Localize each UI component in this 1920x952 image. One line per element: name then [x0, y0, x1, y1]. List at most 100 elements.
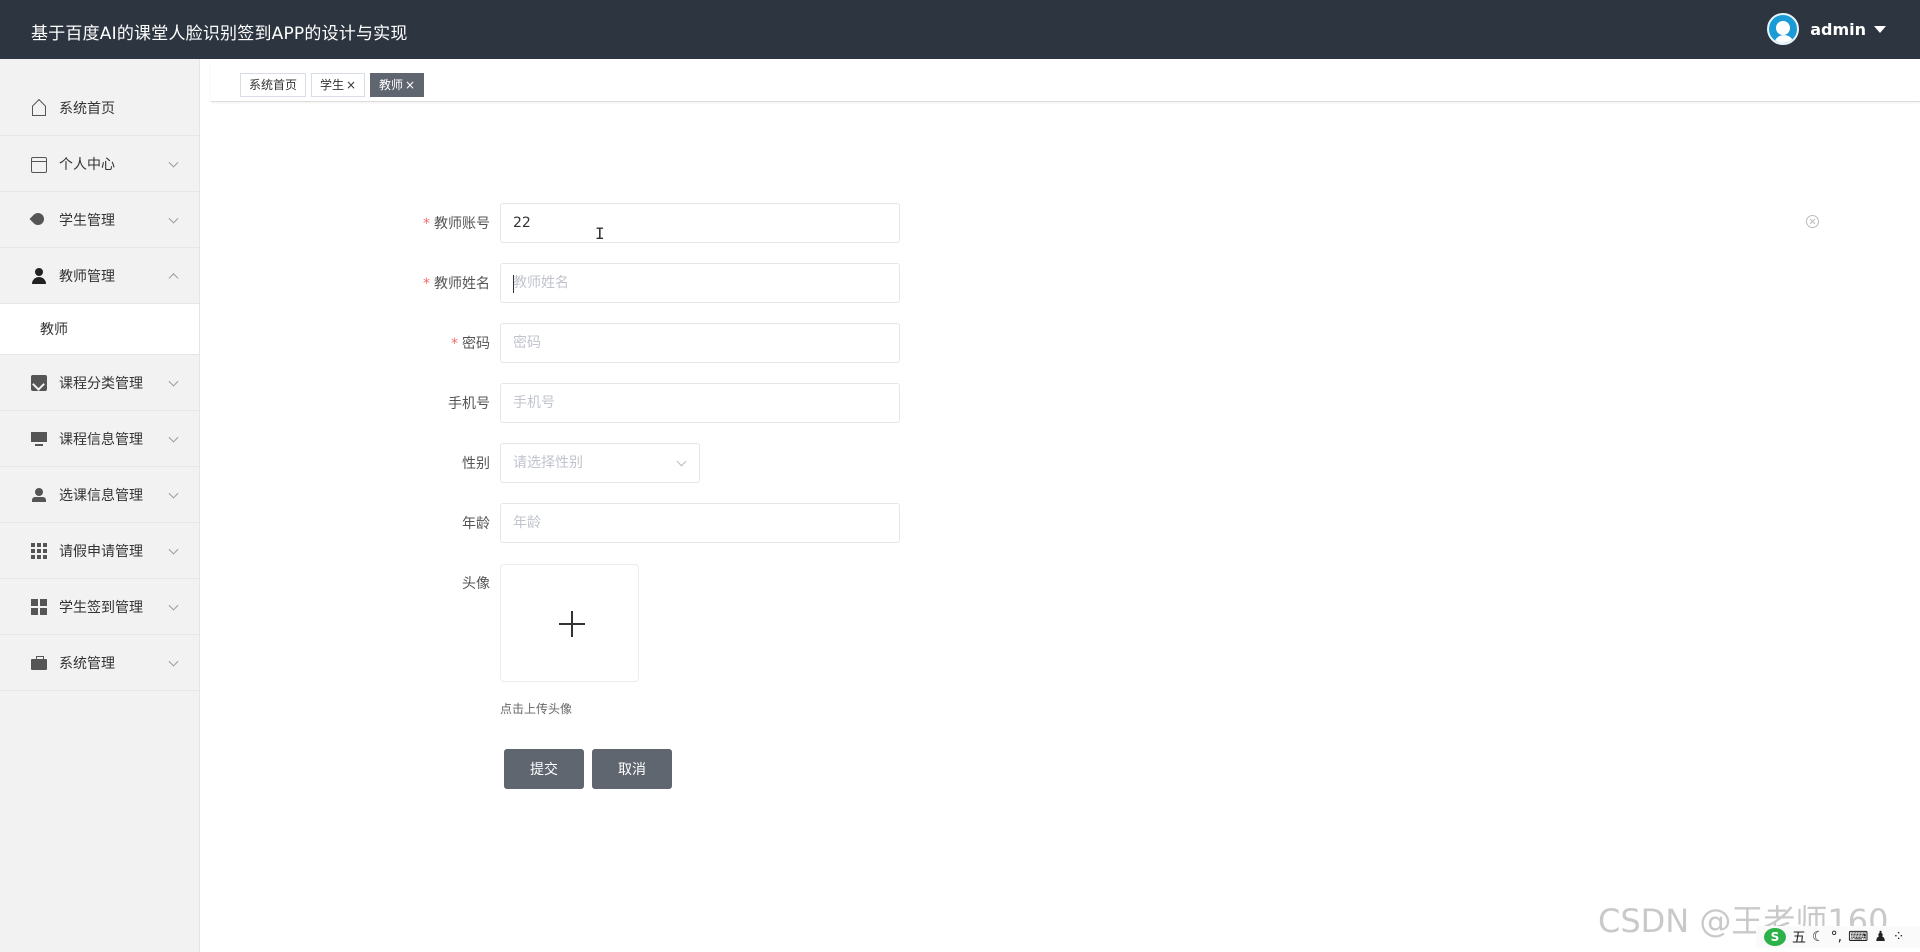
tab-label: 教师	[379, 78, 404, 92]
sidebar-item-label: 教师管理	[59, 268, 115, 285]
account-input[interactable]: 22 I	[500, 203, 900, 243]
keyboard-icon[interactable]: ⌨	[1848, 929, 1868, 945]
apps-icon[interactable]: ⁘	[1893, 929, 1905, 945]
name-input[interactable]: 教师姓名	[500, 263, 900, 303]
avatar[interactable]	[1767, 13, 1800, 45]
avatar-label: 头像	[370, 573, 490, 593]
chevron-down-icon	[168, 600, 179, 611]
sidebar-item-label: 个人中心	[59, 156, 115, 173]
sidebar-item-label: 系统首页	[59, 100, 115, 117]
sidebar-item-label: 课程信息管理	[59, 431, 143, 448]
tab-label: 系统首页	[249, 78, 298, 92]
password-label: * 密码	[370, 333, 490, 353]
sogou-logo-icon: S	[1764, 928, 1786, 946]
password-input[interactable]: 密码	[500, 323, 900, 363]
text-cursor-icon: I	[595, 224, 605, 243]
name-label: * 教师姓名	[370, 273, 490, 293]
sidebar-subitem-label: 教师	[40, 322, 68, 338]
apps-icon	[31, 598, 47, 615]
app-title: 基于百度AI的课堂人脸识别签到APP的设计与实现	[31, 24, 408, 44]
close-icon[interactable]: ×	[346, 78, 356, 92]
leaf-icon	[31, 212, 47, 228]
user-icon[interactable]: ♟	[1874, 929, 1887, 945]
briefcase-icon	[31, 655, 47, 671]
chevron-down-icon	[168, 544, 179, 555]
tabs-bar: 系统首页 学生 × 教师 ×	[211, 59, 1920, 102]
card-icon	[31, 156, 47, 173]
avatar-label-text: 头像	[462, 576, 490, 592]
phone-input[interactable]: 手机号	[500, 383, 900, 423]
user-menu[interactable]: admin	[1767, 13, 1886, 45]
top-header: 基于百度AI的课堂人脸识别签到APP的设计与实现 admin	[0, 0, 1920, 59]
sidebar-item-course-selection[interactable]: 选课信息管理	[0, 467, 199, 523]
chevron-down-icon	[168, 157, 179, 168]
caret-down-icon[interactable]	[1874, 25, 1886, 33]
tab-home[interactable]: 系统首页	[240, 73, 307, 97]
sidebar-item-label: 选课信息管理	[59, 487, 143, 504]
age-label: 年龄	[370, 513, 490, 533]
phone-label: 手机号	[370, 393, 490, 413]
account-label: * 教师账号	[370, 213, 490, 233]
gender-label: 性别	[370, 453, 490, 473]
tab-students[interactable]: 学生 ×	[311, 73, 366, 97]
ime-tray: S 五 ☾ °, ⌨ ♟ ⁘	[1756, 926, 1920, 948]
required-mark: *	[423, 216, 430, 232]
close-icon[interactable]: ×	[405, 78, 415, 92]
chevron-down-icon	[168, 432, 179, 443]
avatar-upload-hint: 点击上传头像	[500, 702, 573, 716]
cancel-button[interactable]: 取消	[592, 749, 672, 789]
required-mark: *	[423, 276, 430, 292]
account-label-text: 教师账号	[434, 216, 490, 232]
username[interactable]: admin	[1810, 20, 1866, 39]
sidebar-item-label: 课程分类管理	[59, 375, 143, 392]
tab-label: 学生	[320, 78, 345, 92]
ime-mode-label[interactable]: 五	[1792, 927, 1806, 947]
phone-placeholder: 手机号	[513, 395, 555, 411]
sidebar-item-checkin[interactable]: 学生签到管理	[0, 579, 199, 635]
clipboard-icon	[31, 374, 47, 391]
gender-select[interactable]: 请选择性别	[500, 443, 700, 483]
chevron-down-icon	[168, 656, 179, 667]
required-mark: *	[451, 336, 458, 352]
user-icon	[31, 487, 47, 503]
password-placeholder: 密码	[513, 335, 541, 351]
close-circle-icon[interactable]	[1806, 215, 1819, 228]
gender-placeholder: 请选择性别	[513, 455, 583, 471]
chevron-down-icon	[168, 488, 179, 499]
grid-icon	[31, 542, 47, 559]
sidebar-item-students[interactable]: 学生管理	[0, 192, 199, 248]
sidebar-item-label: 学生管理	[59, 212, 115, 229]
age-input[interactable]: 年龄	[500, 503, 900, 543]
sidebar-item-teachers[interactable]: 教师管理	[0, 248, 199, 304]
password-label-text: 密码	[462, 336, 490, 352]
sidebar-item-course-info[interactable]: 课程信息管理	[0, 411, 199, 467]
sidebar-item-course-category[interactable]: 课程分类管理	[0, 355, 199, 411]
submit-button[interactable]: 提交	[504, 749, 584, 789]
chevron-down-icon	[676, 456, 687, 467]
sidebar-item-label: 学生签到管理	[59, 599, 143, 616]
chevron-down-icon	[168, 213, 179, 224]
name-placeholder: 教师姓名	[513, 275, 569, 291]
sidebar-item-profile[interactable]: 个人中心	[0, 136, 199, 192]
age-label-text: 年龄	[462, 516, 490, 532]
age-placeholder: 年龄	[513, 515, 541, 531]
gender-label-text: 性别	[462, 456, 490, 472]
chevron-up-icon	[168, 272, 179, 283]
chevron-down-icon	[168, 376, 179, 387]
tab-teachers[interactable]: 教师 ×	[370, 73, 425, 97]
sidebar-item-system[interactable]: 系统管理	[0, 635, 199, 691]
sidebar: 系统首页 个人中心 学生管理 教师管理 教师 课程分类管理 课程信息管理 选课信…	[0, 59, 200, 952]
sidebar-item-label: 请假申请管理	[59, 543, 143, 560]
sidebar-item-home[interactable]: 系统首页	[0, 80, 199, 136]
home-icon	[31, 100, 47, 116]
sidebar-subitem-teacher[interactable]: 教师	[0, 304, 199, 355]
punctuation-icon[interactable]: °,	[1831, 929, 1842, 945]
sidebar-item-leave-request[interactable]: 请假申请管理	[0, 523, 199, 579]
monitor-icon	[31, 431, 47, 447]
phone-label-text: 手机号	[448, 396, 490, 412]
input-caret	[513, 275, 514, 293]
account-value: 22	[513, 215, 531, 231]
avatar-upload[interactable]	[500, 564, 639, 682]
name-label-text: 教师姓名	[434, 276, 490, 292]
moon-icon[interactable]: ☾	[1812, 929, 1825, 945]
